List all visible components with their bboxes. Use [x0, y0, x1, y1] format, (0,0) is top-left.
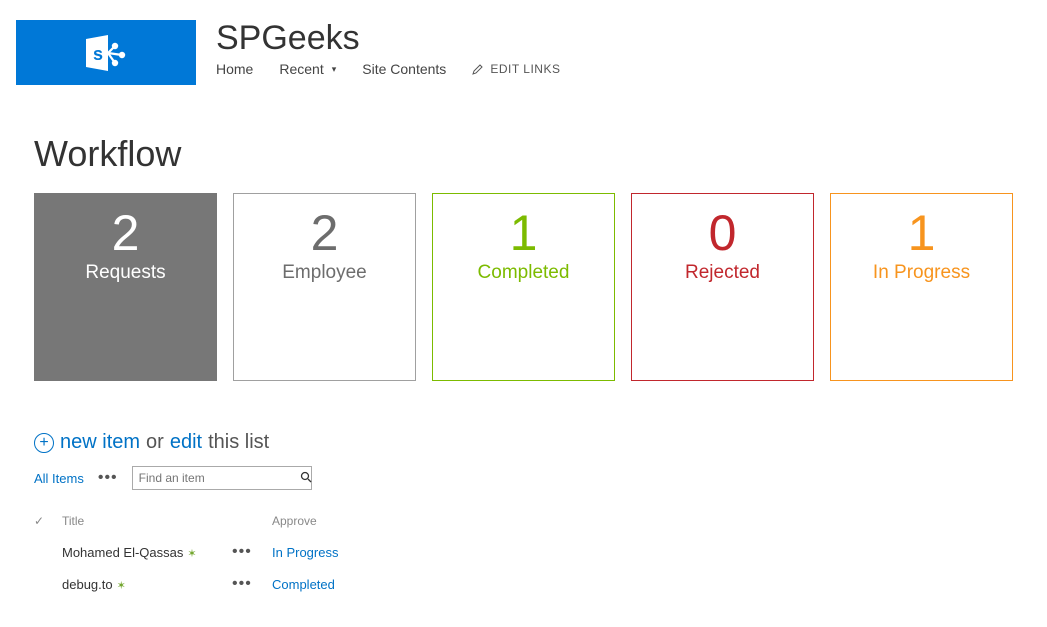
- new-badge-icon: ✶: [117, 580, 126, 592]
- tile-in-progress[interactable]: 1 In Progress: [830, 193, 1013, 381]
- tile-requests[interactable]: 2 Requests: [34, 193, 217, 381]
- row-title[interactable]: debug.to✶: [62, 570, 232, 602]
- tile-employee[interactable]: 2 Employee: [233, 193, 416, 381]
- nav-recent-label: Recent: [279, 61, 323, 77]
- tile-label: Employee: [282, 262, 367, 284]
- tile-label: Requests: [85, 262, 165, 284]
- row-approve-link[interactable]: Completed: [272, 577, 335, 592]
- row-title[interactable]: Mohamed El-Qassas✶: [62, 538, 232, 570]
- nav-edit-links[interactable]: EDIT LINKS: [472, 62, 560, 76]
- edit-link[interactable]: edit: [170, 431, 202, 454]
- tile-count: 1: [908, 208, 936, 258]
- search-icon[interactable]: [300, 471, 312, 486]
- or-text: or: [146, 431, 164, 454]
- col-check[interactable]: ✓: [34, 508, 62, 538]
- row-menu[interactable]: •••: [232, 538, 272, 570]
- search-input[interactable]: [133, 471, 300, 485]
- views-more-icon[interactable]: •••: [98, 470, 118, 486]
- row-check[interactable]: [34, 570, 62, 602]
- row-approve-link[interactable]: In Progress: [272, 545, 338, 560]
- list-table: ✓ Title Approve Mohamed El-Qassas✶••• In …: [34, 508, 354, 602]
- tiles-row: 2 Requests 2 Employee 1 Completed 0 Rejected 1 In…: [34, 193, 1013, 381]
- sharepoint-logo-icon: s: [82, 33, 130, 73]
- tile-rejected[interactable]: 0 Rejected: [631, 193, 814, 381]
- nav-recent[interactable]: Recent ▾: [279, 61, 336, 77]
- plus-circle-icon[interactable]: +: [34, 433, 54, 453]
- search-box: [132, 466, 312, 490]
- col-menu: [232, 508, 272, 538]
- tile-label: Completed: [478, 262, 570, 284]
- new-badge-icon: ✶: [187, 548, 196, 560]
- nav-home[interactable]: Home: [216, 61, 253, 77]
- sharepoint-logo[interactable]: s: [16, 20, 196, 85]
- this-list-text: this list: [208, 431, 269, 454]
- col-title[interactable]: Title: [62, 508, 232, 538]
- site-title[interactable]: SPGeeks: [216, 20, 560, 57]
- view-all-items[interactable]: All Items: [34, 471, 84, 486]
- nav-edit-links-label: EDIT LINKS: [490, 62, 560, 76]
- page-title: Workflow: [34, 133, 1013, 175]
- row-menu[interactable]: •••: [232, 570, 272, 602]
- pencil-icon: [472, 63, 484, 75]
- tile-label: In Progress: [873, 262, 970, 284]
- col-approve[interactable]: Approve: [272, 508, 354, 538]
- tile-label: Rejected: [685, 262, 760, 284]
- nav-site-contents[interactable]: Site Contents: [362, 61, 446, 77]
- tile-count: 1: [510, 208, 538, 258]
- table-row[interactable]: Mohamed El-Qassas✶••• In Progress: [34, 538, 354, 570]
- new-item-link[interactable]: new item: [60, 431, 140, 454]
- top-nav: Home Recent ▾ Site Contents EDIT LINKS: [216, 61, 560, 77]
- svg-text:s: s: [93, 44, 103, 64]
- tile-count: 0: [709, 208, 737, 258]
- tile-completed[interactable]: 1 Completed: [432, 193, 615, 381]
- tile-count: 2: [112, 208, 140, 258]
- ellipsis-icon: •••: [232, 575, 252, 592]
- chevron-down-icon: ▾: [332, 64, 337, 75]
- tile-count: 2: [311, 208, 339, 258]
- new-item-toolbar: + new item or edit this list: [34, 431, 1013, 454]
- row-check[interactable]: [34, 538, 62, 570]
- table-row[interactable]: debug.to✶••• Completed: [34, 570, 354, 602]
- ellipsis-icon: •••: [232, 543, 252, 560]
